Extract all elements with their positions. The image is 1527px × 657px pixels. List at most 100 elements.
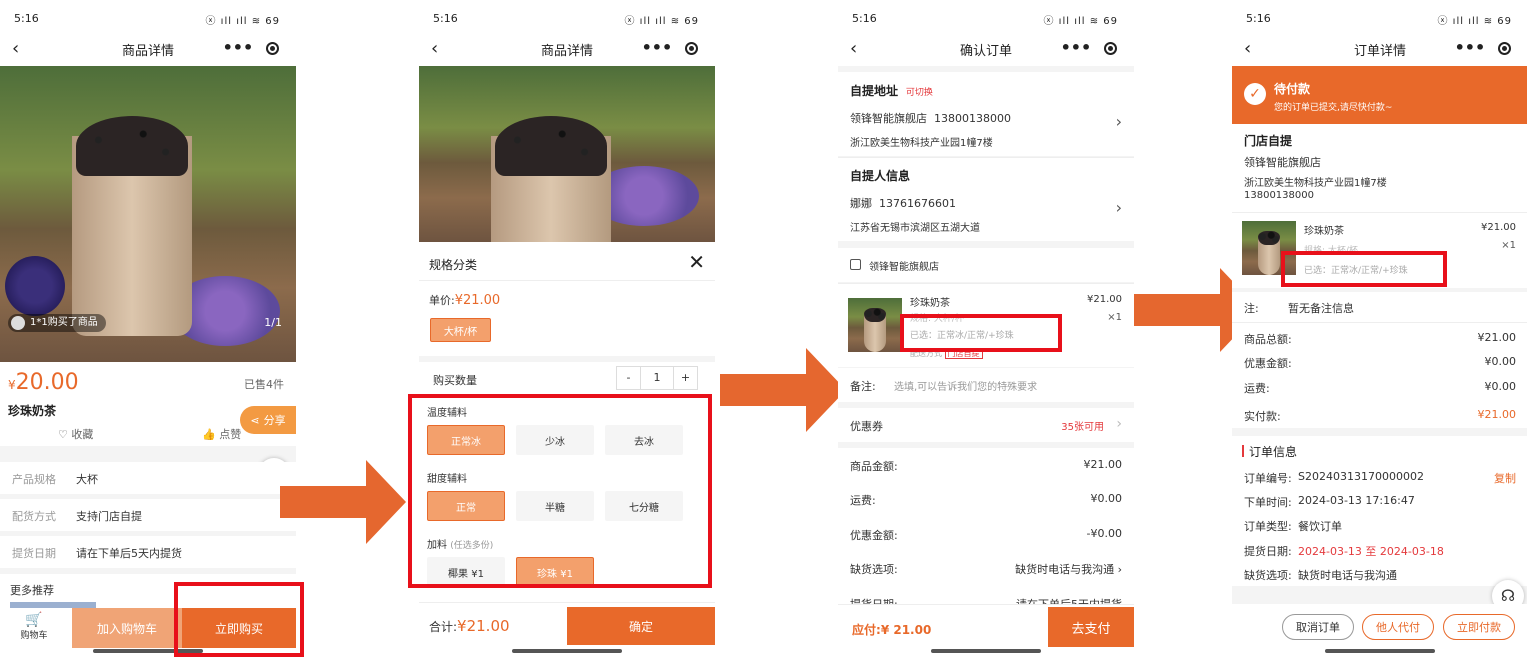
more-icon[interactable]: ••• (642, 40, 673, 56)
status-time: 5:16 (14, 12, 39, 25)
like-button[interactable]: 👍 点赞 (202, 426, 241, 442)
share-button[interactable]: ⋖ 分享 (240, 406, 296, 434)
collect-button[interactable]: ♡ 收藏 (58, 426, 93, 442)
spec-label: 产品规格 (12, 473, 56, 486)
pay-now-label: 立即付款 (1457, 621, 1501, 634)
pickup-date-label: 提货日期 (12, 547, 56, 560)
payable: 应付:¥ 21.00 (852, 621, 931, 638)
picker-info-card[interactable]: 自提人信息 娜娜 13761676601 江苏省无锡市滨湖区五湖大道 › (838, 157, 1134, 241)
info-title: 订单信息 (1249, 445, 1298, 459)
pickup-date-value: 2024-03-13 至 2024-03-18 (1298, 545, 1444, 558)
remark-row: 注: 暂无备注信息 (1232, 292, 1527, 322)
thumb-icon: 👍 (202, 428, 216, 441)
item-name: 珍珠奶茶 (1304, 226, 1344, 237)
goods-amount-label: 商品金额: (850, 460, 898, 473)
home-indicator (512, 649, 622, 653)
product-price: ¥20.00 (8, 370, 79, 395)
order-type-value: 餐饮订单 (1298, 520, 1342, 533)
item-name: 珍珠奶茶 (910, 298, 950, 309)
spec-value: 大杯 (76, 473, 98, 486)
pickup-address-card[interactable]: 自提地址 可切换 领锋智能旗舰店 13800138000 浙江欧美生物科技产业园… (838, 72, 1134, 156)
go-pay-button[interactable]: 去支付 (1048, 607, 1134, 647)
share-label: 分享 (263, 414, 286, 427)
spec-row: 产品规格 大杯 (0, 462, 296, 494)
close-target-icon[interactable] (1104, 41, 1118, 55)
paid-value: ¥21.00 (1477, 408, 1517, 421)
go-pay-label: 去支付 (1071, 621, 1111, 637)
total: 合计:¥21.00 (429, 617, 510, 635)
close-icon[interactable]: ✕ (688, 250, 705, 274)
photo-counter: 1/1 (264, 316, 282, 329)
status-bar: 5:16 ⓧ ıll ıll ≋ 69 (0, 0, 296, 36)
pickup-card: 门店自提 领锋智能旗舰店 浙江欧美生物科技产业园1幢7楼 13800138000 (1232, 124, 1527, 212)
cart-icon: 🛒 (25, 612, 43, 628)
shop-icon (850, 259, 861, 270)
shortage-value-text: 缺货时电话与我沟通 (1015, 563, 1115, 576)
delivery-row: 配货方式 支持门店自提 (0, 499, 296, 531)
status-icons: ⓧ ıll ıll ≋ 69 (1437, 16, 1512, 27)
total-label: 合计: (429, 620, 458, 634)
goods-total-value: ¥21.00 (1477, 331, 1517, 344)
coupon-row[interactable]: 优惠券 35张可用 › (838, 408, 1134, 442)
qty-plus-button[interactable]: + (673, 367, 697, 389)
nav-bar: ‹ 确认订单 ••• (838, 36, 1134, 66)
price-section: ¥20.00 已售4件 珍珠奶茶 ♡ 收藏 👍 点赞 ⋖ 分享 (0, 362, 296, 446)
status-time: 5:16 (852, 12, 877, 25)
delivery-label: 配货方式 (12, 510, 56, 523)
more-icon[interactable]: ••• (1455, 40, 1486, 56)
close-target-icon[interactable] (685, 41, 699, 55)
copy-button[interactable]: 复制 (1494, 470, 1516, 486)
qty-minus-button[interactable]: - (617, 367, 641, 389)
remark-input[interactable]: 选填,可以告诉我们您的特殊要求 (894, 378, 1037, 393)
screen-order-detail: 5:16 ⓧ ıll ıll ≋ 69 ‹ 订单详情 ••• ✓ 待付款 您的订… (1232, 0, 1527, 657)
home-indicator (931, 649, 1041, 653)
qty-label: 购买数量 (433, 374, 477, 387)
cart-button[interactable]: 🛒 购物车 (14, 612, 54, 641)
freight-value: ¥0.00 (1484, 380, 1517, 393)
highlight-buy-now (174, 582, 304, 657)
highlight-spec-options (408, 394, 712, 588)
discount-label: 优惠金额: (850, 529, 898, 542)
picker-name: 娜娜 (850, 197, 872, 210)
picker-phone: 13761676601 (879, 197, 956, 210)
thumb-pearls (864, 308, 886, 322)
proxy-pay-button[interactable]: 他人代付 (1362, 614, 1434, 640)
amount-summary: 商品总额: ¥21.00 优惠金额: ¥0.00 运费: ¥0.00 实付款: … (1232, 322, 1527, 428)
pickup-date-value: 请在下单后5天内提货 (76, 547, 182, 560)
remark-value: 暂无备注信息 (1288, 302, 1354, 315)
thumb-pearls (1258, 231, 1280, 245)
order-time-label: 下单时间: (1244, 496, 1292, 509)
cancel-order-button[interactable]: 取消订单 (1282, 614, 1354, 640)
unit-price-label: 单价: (429, 294, 455, 307)
add-cart-button[interactable]: 加入购物车 (72, 608, 182, 648)
item-price: ¥21.00 (1481, 222, 1516, 233)
size-option[interactable]: 大杯/杯 (430, 318, 491, 342)
confirm-button[interactable]: 确定 (567, 607, 715, 645)
status-bar: 5:16 ⓧ ıll ıll ≋ 69 (1232, 0, 1527, 36)
pearl-topping (495, 116, 607, 176)
chevron-right-icon: › (1115, 198, 1122, 217)
check-circle-icon: ✓ (1244, 83, 1266, 105)
spec-sheet-title: 规格分类 (429, 258, 478, 272)
item-price: ¥21.00 (1087, 294, 1122, 305)
product-photo[interactable]: 1*1购买了商品 1/1 (0, 66, 296, 362)
more-icon[interactable]: ••• (223, 40, 254, 56)
close-target-icon[interactable] (266, 41, 280, 55)
shortage-value[interactable]: 缺货时电话与我沟通 › (1015, 561, 1122, 577)
confirm-label: 确定 (628, 619, 653, 634)
product-photo (419, 66, 715, 242)
more-icon[interactable]: ••• (1061, 40, 1092, 56)
pay-now-button[interactable]: 立即付款 (1443, 614, 1515, 640)
proxy-pay-label: 他人代付 (1376, 621, 1420, 634)
switchable-tag[interactable]: 可切换 (906, 88, 933, 98)
status-subtitle: 您的订单已提交,请尽快付款~ (1274, 103, 1393, 113)
chevron-right-icon: › (1115, 112, 1122, 131)
store-line: 领锋智能旗舰店 13800138000 (850, 110, 1011, 126)
qty-value[interactable]: 1 (641, 367, 673, 389)
order-no-label: 订单编号: (1244, 472, 1292, 485)
status-time: 5:16 (433, 12, 458, 25)
close-target-icon[interactable] (1498, 41, 1512, 55)
highlight-selected-options (900, 314, 1062, 352)
picker-title: 自提人信息 (850, 169, 911, 183)
shortage-label: 缺货选项: (1244, 569, 1292, 582)
